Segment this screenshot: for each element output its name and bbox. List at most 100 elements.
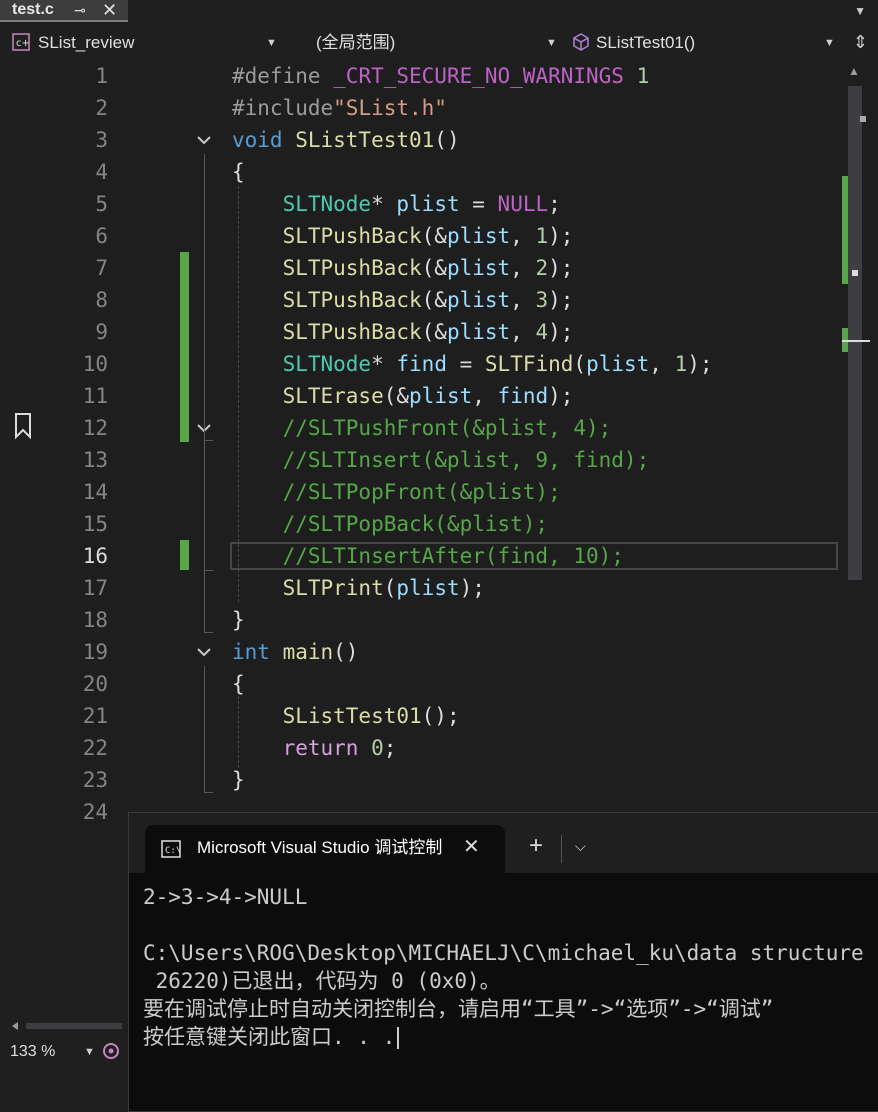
code-line[interactable]: } xyxy=(232,764,245,796)
code-line[interactable]: //SLTPopFront(&plist); xyxy=(232,476,561,508)
code-line[interactable]: //SLTInsert(&plist, 9, find); xyxy=(232,444,650,476)
collapse-chevron-icon[interactable] xyxy=(194,124,214,156)
console-line: C:\Users\ROG\Desktop\MICHAELJ\C\michael_… xyxy=(143,941,864,965)
collapse-chevron-icon[interactable] xyxy=(194,636,214,668)
debug-console-window[interactable]: C:\ Microsoft Visual Studio 调试控制台 ✕ + ⌵ … xyxy=(128,812,878,1112)
chevron-down-icon: ▼ xyxy=(266,37,277,49)
split-window-icon[interactable]: ⇕ xyxy=(853,32,868,52)
line-number: 12 xyxy=(82,416,108,440)
scroll-change-marker xyxy=(842,176,848,284)
terminal-icon: C:\ xyxy=(161,840,181,858)
console-line: 2->3->4->NULL xyxy=(143,885,308,909)
line-number: 2 xyxy=(95,96,108,120)
outline-guide-end xyxy=(204,632,213,633)
change-indicator xyxy=(180,540,189,570)
function-cube-icon xyxy=(573,33,589,51)
chevron-down-icon: ▼ xyxy=(824,37,835,49)
scope-combo[interactable]: (全局范围) ▼ xyxy=(290,30,562,54)
line-number: 14 xyxy=(82,480,108,504)
chevron-down-icon: ▼ xyxy=(546,37,557,49)
close-icon[interactable]: ✕ xyxy=(463,835,480,859)
console-tab-title: Microsoft Visual Studio 调试控制台 xyxy=(197,838,442,857)
code-line[interactable]: SLTPushBack(&plist, 3); xyxy=(232,284,574,316)
code-line[interactable]: SLTErase(&plist, find); xyxy=(232,380,574,412)
line-number: 23 xyxy=(82,768,108,792)
console-title-bar: C:\ Microsoft Visual Studio 调试控制台 ✕ + ⌵ xyxy=(129,813,878,873)
line-number: 5 xyxy=(95,192,108,216)
code-line[interactable]: SLTNode* plist = NULL; xyxy=(232,188,561,220)
line-number: 21 xyxy=(82,704,108,728)
code-line[interactable]: SListTest01(); xyxy=(232,700,460,732)
code-line[interactable]: { xyxy=(232,668,245,700)
console-line: 26220)已退出，代码为 0 (0x0)。 xyxy=(143,969,501,993)
function-combo[interactable]: SListTest01() ▼ xyxy=(568,30,840,54)
tab-list-dropdown-icon[interactable]: ▼ xyxy=(854,0,866,22)
code-line[interactable]: //SLTPushFront(&plist, 4); xyxy=(232,412,612,444)
chevron-down-icon[interactable]: ▼ xyxy=(84,1042,95,1062)
line-number: 6 xyxy=(95,224,108,248)
console-output[interactable]: 2->3->4->NULL C:\Users\ROG\Desktop\MICHAE… xyxy=(143,883,864,1051)
tab-test-c[interactable]: test.c ⊸ ✕ xyxy=(0,0,128,22)
text-caret xyxy=(397,1027,400,1049)
ai-assist-icon[interactable] xyxy=(102,1042,120,1060)
code-line[interactable]: return 0; xyxy=(232,732,397,764)
code-line[interactable]: void SListTest01() xyxy=(232,124,460,156)
bookmark-icon[interactable] xyxy=(13,412,33,440)
line-number: 13 xyxy=(82,448,108,472)
function-name: SListTest01() xyxy=(596,33,696,52)
scope-name: (全局范围) xyxy=(316,33,396,52)
code-line[interactable]: SLTPushBack(&plist, 4); xyxy=(232,316,574,348)
line-number: 24 xyxy=(82,800,108,824)
code-line[interactable]: //SLTPopBack(&plist); xyxy=(232,508,549,540)
line-number: 22 xyxy=(82,736,108,760)
scroll-marker xyxy=(860,116,866,122)
line-number: 19 xyxy=(82,640,108,664)
horizontal-scrollbar[interactable] xyxy=(12,1022,124,1030)
navigation-bar: c+ SList_review ▼ (全局范围) ▼ SListTest01()… xyxy=(0,26,878,58)
zoom-level[interactable]: 133 % xyxy=(10,1042,55,1062)
indicator-margin[interactable] xyxy=(0,60,40,1105)
code-line[interactable]: #define _CRT_SECURE_NO_WARNINGS 1 xyxy=(232,60,649,92)
code-line[interactable]: SLTPushBack(&plist, 2); xyxy=(232,252,574,284)
outline-guide xyxy=(204,154,205,632)
new-tab-button[interactable]: + xyxy=(529,833,543,859)
console-line-last: 按任意键关闭此窗口. . . xyxy=(143,1023,864,1051)
svg-text:C:\: C:\ xyxy=(165,846,181,856)
project-combo[interactable]: c+ SList_review ▼ xyxy=(8,30,280,54)
svg-text:c+: c+ xyxy=(16,38,30,49)
scrollbar-thumb[interactable] xyxy=(848,86,862,580)
line-number: 10 xyxy=(82,352,108,376)
line-number: 7 xyxy=(95,256,108,280)
line-number: 11 xyxy=(82,384,108,408)
console-tab[interactable]: C:\ Microsoft Visual Studio 调试控制台 ✕ xyxy=(145,825,505,873)
outline-guide-end xyxy=(204,792,213,793)
tab-title: test.c xyxy=(12,1,54,18)
line-number: 20 xyxy=(82,672,108,696)
line-number: 4 xyxy=(95,160,108,184)
scroll-up-icon[interactable]: ▲ xyxy=(848,64,860,78)
code-line[interactable]: //SLTInsertAfter(find, 10); xyxy=(232,540,624,572)
code-line[interactable]: SLTPrint(plist); xyxy=(232,572,485,604)
line-number: 9 xyxy=(95,320,108,344)
line-number: 3 xyxy=(95,128,108,152)
code-line[interactable]: SLTNode* find = SLTFind(plist, 1); xyxy=(232,348,713,380)
pin-icon[interactable]: ⊸ xyxy=(74,1,86,19)
line-number: 1 xyxy=(95,64,108,88)
code-line[interactable]: int main() xyxy=(232,636,358,668)
code-line[interactable]: SLTPushBack(&plist, 1); xyxy=(232,220,574,252)
vertical-scrollbar[interactable]: ▲ xyxy=(842,60,878,820)
line-number: 15 xyxy=(82,512,108,536)
outline-guide-end xyxy=(204,570,213,571)
code-line[interactable]: { xyxy=(232,156,245,188)
close-icon[interactable]: ✕ xyxy=(102,0,117,20)
chevron-down-icon[interactable]: ⌵ xyxy=(575,838,586,855)
outline-guide xyxy=(204,666,205,792)
line-number: 18 xyxy=(82,608,108,632)
scroll-caret-marker xyxy=(842,340,870,342)
line-number: 8 xyxy=(95,288,108,312)
project-name: SList_review xyxy=(38,33,135,52)
code-line[interactable]: } xyxy=(232,604,245,636)
outline-guide-end xyxy=(204,440,213,441)
code-line[interactable]: #include"SList.h" xyxy=(232,92,447,124)
